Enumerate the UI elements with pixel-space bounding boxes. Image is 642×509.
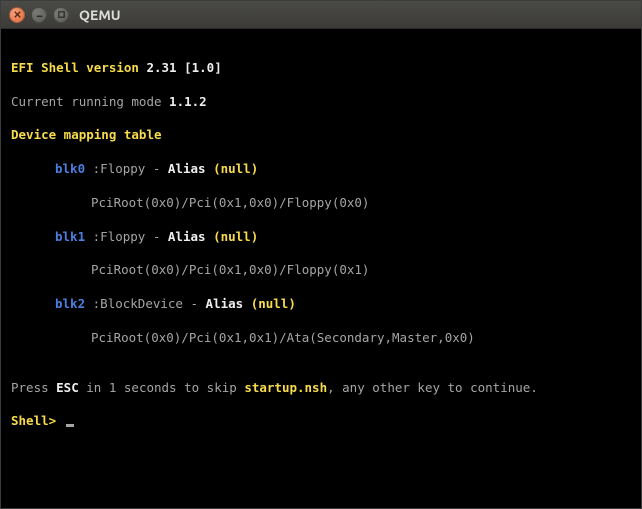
device-id: blk0 [55,161,85,176]
alias-value: (null) [213,229,258,244]
device-type: BlockDevice [100,296,183,311]
minimize-icon [35,10,44,19]
press-suffix: , any other key to continue. [327,380,538,395]
mode-prefix: Current running mode [11,94,169,109]
device-path: PciRoot(0x0)/Pci(0x1,0x0)/Floppy(0x1) [91,262,369,277]
device-sep: : [85,161,100,176]
qemu-window: QEMU EFI Shell version 2.31 [1.0] Curren… [0,0,642,509]
titlebar[interactable]: QEMU [1,1,641,29]
minimize-button[interactable] [31,7,47,23]
device-sep: : [85,296,100,311]
device-dash: - [145,161,168,176]
device-path: PciRoot(0x0)/Pci(0x1,0x1)/Ata(Secondary,… [91,330,475,345]
press-prefix: Press [11,380,56,395]
window-controls [9,7,69,23]
device-id: blk1 [55,229,85,244]
device-path: PciRoot(0x0)/Pci(0x1,0x0)/Floppy(0x0) [91,195,369,210]
terminal-output[interactable]: EFI Shell version 2.31 [1.0] Current run… [1,29,641,508]
device-dash: - [145,229,168,244]
maximize-button[interactable] [53,7,69,23]
window-title: QEMU [79,7,121,23]
shell-prompt: Shell> [11,413,64,428]
alias-label: Alias [206,296,251,311]
mapping-header: Device mapping table [11,127,162,142]
close-button[interactable] [9,7,25,23]
maximize-icon [57,10,66,19]
device-sep: : [85,229,100,244]
device-type: Floppy [100,229,145,244]
alias-value: (null) [251,296,296,311]
device-type: Floppy [100,161,145,176]
press-mid: in 1 seconds to skip [79,380,245,395]
efi-version: 2.31 [1.0] [146,60,221,75]
alias-label: Alias [168,161,213,176]
device-id: blk2 [55,296,85,311]
efi-header-prefix: EFI Shell version [11,60,146,75]
cursor-icon [66,424,74,427]
mode-value: 1.1.2 [169,94,207,109]
alias-label: Alias [168,229,213,244]
alias-value: (null) [213,161,258,176]
close-icon [13,10,22,19]
press-key: ESC [56,380,79,395]
device-dash: - [183,296,206,311]
press-script: startup.nsh [244,380,327,395]
